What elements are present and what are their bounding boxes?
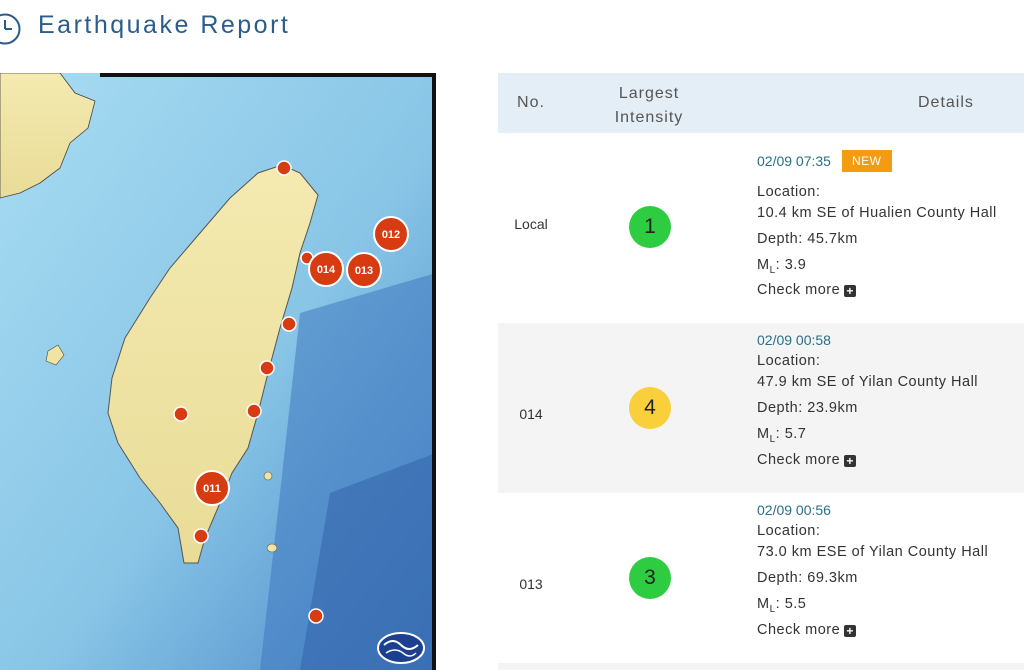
depth-value: Depth: 69.3km xyxy=(757,570,858,586)
page-header: Earthquake Report xyxy=(0,0,1024,60)
location-value: 10.4 km SE of Hualien County Hall xyxy=(757,205,997,221)
location-value: 73.0 km ESE of Yilan County Hall xyxy=(757,544,989,560)
event-time[interactable]: 02/09 00:58 xyxy=(757,332,831,348)
epicenter-dot[interactable] xyxy=(276,160,292,176)
row-number: 013 xyxy=(519,576,543,592)
location-label: Location: xyxy=(757,523,821,539)
earthquake-map[interactable]: 012 014 013 011 xyxy=(0,73,436,670)
epicenter-dot[interactable] xyxy=(259,360,275,376)
location-value: 47.9 km SE of Yilan County Hall xyxy=(757,374,979,390)
depth-value: Depth: 45.7km xyxy=(757,231,858,247)
epicenter-dot[interactable] xyxy=(246,403,262,419)
epicenter-dot[interactable] xyxy=(281,316,297,332)
intensity-badge: 1 xyxy=(629,206,671,248)
map-frame-top xyxy=(100,73,436,77)
plus-icon: + xyxy=(844,455,857,467)
check-more-link[interactable]: Check more + xyxy=(757,282,857,298)
epicenter-marker-011[interactable]: 011 xyxy=(194,470,230,506)
epicenter-marker-013[interactable]: 013 xyxy=(346,252,382,288)
check-more-link[interactable]: Check more + xyxy=(757,622,857,638)
table-row[interactable]: Local 1 02/09 07:35 NEW Location: 10.4 k… xyxy=(498,133,1024,303)
epicenter-dot[interactable] xyxy=(193,528,209,544)
epicenter-dot[interactable] xyxy=(173,406,189,422)
earthquake-table: No. Largest Intensity Details Local 1 02… xyxy=(498,73,1024,670)
location-label: Location: xyxy=(757,353,821,369)
clock-icon xyxy=(0,13,21,45)
green-island xyxy=(263,471,273,481)
table-row[interactable]: 014 4 02/09 00:58 Location: 47.9 km SE o… xyxy=(498,323,1024,493)
plus-icon: + xyxy=(844,625,857,637)
marker-label: 012 xyxy=(382,229,400,241)
header-no: No. xyxy=(517,94,545,111)
epicenter-marker-014[interactable]: 014 xyxy=(308,251,344,287)
marker-label: 011 xyxy=(203,483,221,495)
map-svg: 012 014 013 011 xyxy=(0,73,436,670)
plus-icon: + xyxy=(844,285,857,297)
intensity-badge: 3 xyxy=(629,557,671,599)
table-row-partial xyxy=(498,663,1024,670)
intensity-badge: 4 xyxy=(629,387,671,429)
new-badge: NEW xyxy=(842,150,892,172)
header-intensity-line1: Largest xyxy=(618,85,680,102)
magnitude-value: ML: 5.5 xyxy=(757,596,807,615)
row-number: 014 xyxy=(519,406,543,422)
header-intensity-line2: Intensity xyxy=(614,109,684,126)
location-label: Location: xyxy=(757,184,821,200)
page-title: Earthquake Report xyxy=(38,11,291,39)
orchid-island xyxy=(266,543,278,553)
table-row[interactable]: 013 3 02/09 00:56 Location: 73.0 km ESE … xyxy=(498,493,1024,663)
magnitude-value: ML: 5.7 xyxy=(757,426,807,445)
table-header: No. Largest Intensity Details xyxy=(498,73,1024,133)
magnitude-value: ML: 3.9 xyxy=(757,257,807,276)
epicenter-dot[interactable] xyxy=(308,608,324,624)
header-intensity: Largest Intensity xyxy=(598,82,700,130)
cwb-logo xyxy=(377,632,425,664)
epicenter-marker-012[interactable]: 012 xyxy=(373,216,409,252)
marker-label: 014 xyxy=(317,264,336,276)
map-frame-right xyxy=(432,73,436,670)
check-more-link[interactable]: Check more + xyxy=(757,452,857,468)
row-number: Local xyxy=(514,216,548,232)
header-details: Details xyxy=(918,94,974,111)
event-time[interactable]: 02/09 07:35 xyxy=(757,153,831,169)
depth-value: Depth: 23.9km xyxy=(757,400,858,416)
marker-label: 013 xyxy=(355,265,373,277)
event-time[interactable]: 02/09 00:56 xyxy=(757,502,831,518)
